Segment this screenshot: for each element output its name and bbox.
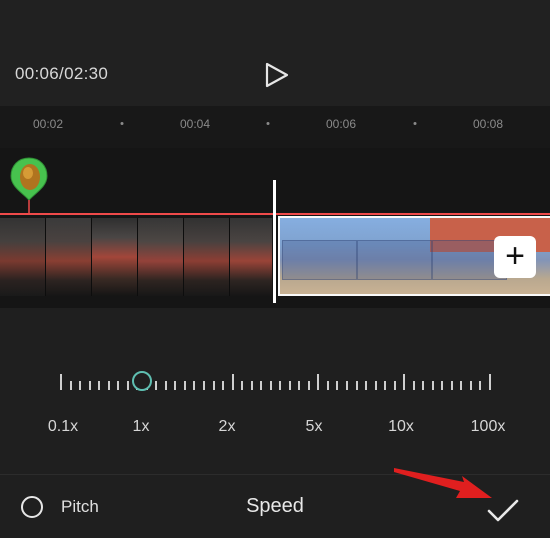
clip-thumbnail bbox=[357, 240, 432, 280]
slider-tick bbox=[450, 381, 453, 390]
annotation-arrow-icon bbox=[394, 468, 492, 498]
ruler-label: 00:04 bbox=[179, 117, 211, 131]
slider-tick bbox=[374, 381, 377, 390]
slider-tick bbox=[60, 374, 62, 390]
play-icon bbox=[265, 62, 289, 88]
playhead[interactable] bbox=[273, 180, 276, 303]
time-ruler[interactable]: 00:02 00:04 00:06 00:08 bbox=[0, 106, 550, 148]
speed-option: 100x bbox=[470, 418, 506, 435]
ruler-dot bbox=[413, 122, 417, 125]
slider-tick bbox=[479, 381, 482, 390]
slider-tick bbox=[260, 381, 263, 390]
speed-option: 2x bbox=[218, 418, 236, 435]
add-clip-button[interactable]: + bbox=[494, 236, 536, 278]
slider-tick bbox=[307, 381, 310, 390]
slider-tick bbox=[317, 374, 320, 390]
slider-tick bbox=[212, 381, 215, 390]
slider-tick bbox=[431, 381, 434, 390]
slider-tick bbox=[98, 381, 101, 390]
slider-tick bbox=[79, 381, 82, 390]
slider-tick bbox=[288, 381, 291, 390]
slider-tick bbox=[203, 381, 205, 390]
clip-thumbnail bbox=[230, 218, 272, 296]
slider-tick bbox=[355, 381, 358, 390]
slider-tick bbox=[269, 381, 272, 390]
slider-tick bbox=[469, 381, 472, 390]
preview-controls-bar: 00:06/02:30 bbox=[0, 0, 550, 106]
video-clip-selected[interactable] bbox=[0, 218, 272, 296]
slider-tick bbox=[489, 374, 491, 390]
slider-tick bbox=[250, 381, 253, 390]
slider-tick bbox=[336, 381, 339, 390]
clip-thumbnail bbox=[138, 218, 184, 296]
slider-tick bbox=[384, 381, 387, 390]
slider-tick bbox=[107, 381, 110, 390]
play-button[interactable] bbox=[262, 62, 290, 88]
clip-thumbnail bbox=[282, 240, 357, 280]
ruler-dot bbox=[266, 122, 270, 125]
speed-slider[interactable] bbox=[60, 372, 491, 390]
slider-tick bbox=[279, 381, 282, 390]
slider-tick bbox=[403, 374, 406, 390]
slider-tick bbox=[117, 381, 120, 390]
slider-tick bbox=[422, 381, 425, 390]
slider-tick bbox=[241, 381, 244, 390]
clip-thumbnail bbox=[0, 218, 46, 296]
clip-thumbnail bbox=[184, 218, 230, 296]
speed-slider-panel: 0.1x 1x 2x 5x 10x 100x bbox=[0, 308, 550, 474]
slider-tick bbox=[346, 381, 348, 390]
ruler-dot bbox=[120, 122, 124, 125]
ruler-label: 00:06 bbox=[325, 117, 357, 131]
sticker-marker[interactable] bbox=[9, 156, 49, 214]
slider-tick bbox=[174, 381, 177, 390]
slider-tick bbox=[126, 381, 129, 390]
speed-slider-knob[interactable] bbox=[132, 371, 152, 391]
slider-tick bbox=[164, 381, 167, 390]
slider-tick bbox=[460, 381, 463, 390]
slider-tick bbox=[88, 381, 91, 390]
speed-option: 5x bbox=[305, 418, 323, 435]
slider-tick bbox=[441, 381, 444, 390]
timecode-display: 00:06/02:30 bbox=[15, 64, 109, 83]
slider-tick bbox=[222, 381, 225, 390]
speed-option: 10x bbox=[388, 418, 414, 435]
slider-tick bbox=[393, 381, 396, 390]
slider-tick bbox=[193, 381, 196, 390]
slider-tick bbox=[69, 381, 72, 390]
slider-tick bbox=[183, 381, 186, 390]
speed-option: 0.1x bbox=[47, 418, 79, 435]
slider-tick bbox=[326, 381, 329, 390]
sticker-marker-icon bbox=[10, 157, 48, 214]
slider-tick bbox=[231, 374, 234, 390]
ruler-label: 00:08 bbox=[472, 117, 504, 131]
clip-thumbnail bbox=[46, 218, 92, 296]
clip-thumbnail bbox=[92, 218, 138, 296]
speed-option: 1x bbox=[132, 418, 150, 435]
slider-tick bbox=[155, 381, 158, 390]
slider-tick bbox=[365, 381, 368, 390]
slider-tick bbox=[298, 381, 301, 390]
slider-tick bbox=[412, 381, 415, 390]
ruler-label: 00:02 bbox=[32, 117, 64, 131]
